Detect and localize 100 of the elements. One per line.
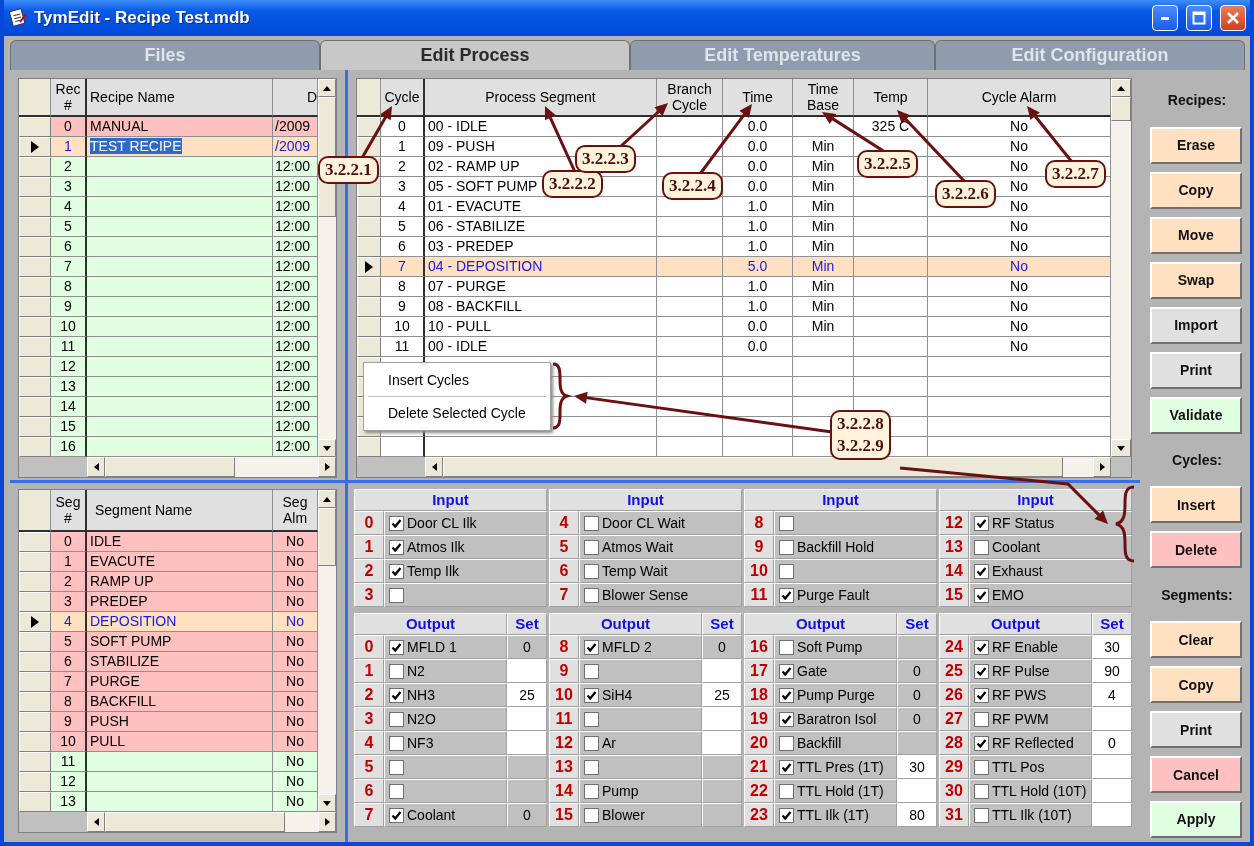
checkbox-label: MFLD 1 <box>407 639 457 655</box>
recipe-date: 12:00 <box>275 298 311 314</box>
checkbox-label: SiH4 <box>602 687 633 703</box>
time-base: Min <box>811 178 835 194</box>
channel-number: 18 <box>744 683 774 707</box>
channel-number: 1 <box>354 659 384 683</box>
segment-name: 08 - BACKFILL <box>428 298 523 314</box>
alarm-value: No <box>286 673 304 689</box>
recipe-date: 12:00 <box>275 418 311 434</box>
section-heading: Recipes: <box>1167 92 1227 109</box>
record-number: 10 <box>60 318 76 334</box>
cycle-number: 11 <box>394 338 410 354</box>
checkbox-label: RF Status <box>992 515 1055 531</box>
record-number: 15 <box>60 418 76 434</box>
checkbox-label: RF Reflected <box>992 735 1074 751</box>
alarm-value: No <box>1010 178 1028 194</box>
recipe-date: /2009 <box>275 138 311 154</box>
channel-number: 21 <box>744 755 774 779</box>
channel-number: 28 <box>939 731 969 755</box>
recipe-date: 12:00 <box>275 398 311 414</box>
recipe-date: 12:00 <box>275 378 311 394</box>
channel-number: 10 <box>549 683 579 707</box>
channel-number: 8 <box>549 635 579 659</box>
segment-number: 13 <box>60 793 76 809</box>
group-header: Output <box>549 613 702 635</box>
alarm-value: No <box>286 553 304 569</box>
callout-tooltip: 3.2.2.6 <box>935 180 996 208</box>
channel-number: 8 <box>744 511 774 535</box>
time-value: 1.0 <box>747 198 768 214</box>
recipe-date: 12:00 <box>275 238 311 254</box>
segment-number: 12 <box>60 773 76 789</box>
alarm-value: No <box>286 753 304 769</box>
segment-name: 03 - PREDEP <box>428 238 514 254</box>
record-number: 1 <box>64 138 72 154</box>
channel-number: 0 <box>354 635 384 659</box>
alarm-value: No <box>1010 298 1028 314</box>
time-value: 1.0 <box>747 238 768 254</box>
segment-name: 06 - STABILIZE <box>428 218 525 234</box>
channel-number: 29 <box>939 755 969 779</box>
channel-number: 13 <box>939 535 969 559</box>
record-number: 4 <box>64 198 72 214</box>
segment-number: 10 <box>60 733 76 749</box>
cycle-number: 10 <box>394 318 410 334</box>
cycle-number: 0 <box>398 118 406 134</box>
group-header: Input <box>354 489 547 511</box>
channel-number: 9 <box>744 535 774 559</box>
channel-number: 4 <box>549 511 579 535</box>
setpoint-value: 0 <box>897 683 937 707</box>
alarm-value: No <box>286 533 304 549</box>
cycle-number: 5 <box>398 218 406 234</box>
channel-number: 5 <box>549 535 579 559</box>
set-header: Set <box>702 613 742 635</box>
checkbox-label: TTL Ilk (1T) <box>797 807 869 823</box>
segment-name: 01 - EVACUTE <box>428 198 522 214</box>
time-value: 0.0 <box>747 178 768 194</box>
segment-name: SOFT PUMP <box>90 633 172 649</box>
channel-number: 3 <box>354 707 384 731</box>
channel-number: 24 <box>939 635 969 659</box>
segment-name: EVACUTE <box>90 553 156 569</box>
channel-number: 14 <box>939 559 969 583</box>
cycle-number: 4 <box>398 198 406 214</box>
alarm-value: No <box>286 773 304 789</box>
channel-number: 5 <box>354 755 384 779</box>
channel-number: 2 <box>354 683 384 707</box>
record-number: 16 <box>60 438 76 454</box>
recipe-date: 12:00 <box>275 338 311 354</box>
checkbox-label: Ar <box>602 735 616 751</box>
time-value: 1.0 <box>747 218 768 234</box>
group-header: Output <box>744 613 897 635</box>
alarm-value: No <box>286 593 304 609</box>
checkbox-label: TTL Pres (1T) <box>797 759 884 775</box>
segment-name: BACKFILL <box>90 693 157 709</box>
channel-number: 12 <box>549 731 579 755</box>
recipe-date: 12:00 <box>275 178 311 194</box>
alarm-value: No <box>1010 118 1028 134</box>
channel-number: 6 <box>354 779 384 803</box>
setpoint-value: 0 <box>507 803 547 827</box>
checkbox-label: Pump <box>602 783 639 799</box>
group-header: Input <box>939 489 1132 511</box>
segment-number: 3 <box>64 593 72 609</box>
record-number: 11 <box>60 338 76 354</box>
cycle-number: 8 <box>398 278 406 294</box>
channel-number: 7 <box>354 803 384 827</box>
checkbox-label: Backfill Hold <box>797 539 875 555</box>
set-header: Set <box>897 613 937 635</box>
callout-tooltip: 3.2.2.2 <box>542 170 603 198</box>
record-number: 14 <box>60 398 76 414</box>
recipe-date: 12:00 <box>275 278 311 294</box>
checkbox-label: Atmos Wait <box>602 539 674 555</box>
checkbox-label: Temp Ilk <box>407 563 460 579</box>
time-value: 1.0 <box>747 298 768 314</box>
channel-number: 9 <box>549 659 579 683</box>
cycle-number: 6 <box>398 238 406 254</box>
channel-number: 14 <box>549 779 579 803</box>
temperature: 325 C <box>871 118 910 134</box>
segment-name: 04 - DEPOSITION <box>428 258 543 274</box>
channel-number: 17 <box>744 659 774 683</box>
channel-number: 30 <box>939 779 969 803</box>
checkbox-label: RF PWM <box>992 711 1049 727</box>
alarm-value: No <box>286 793 304 809</box>
